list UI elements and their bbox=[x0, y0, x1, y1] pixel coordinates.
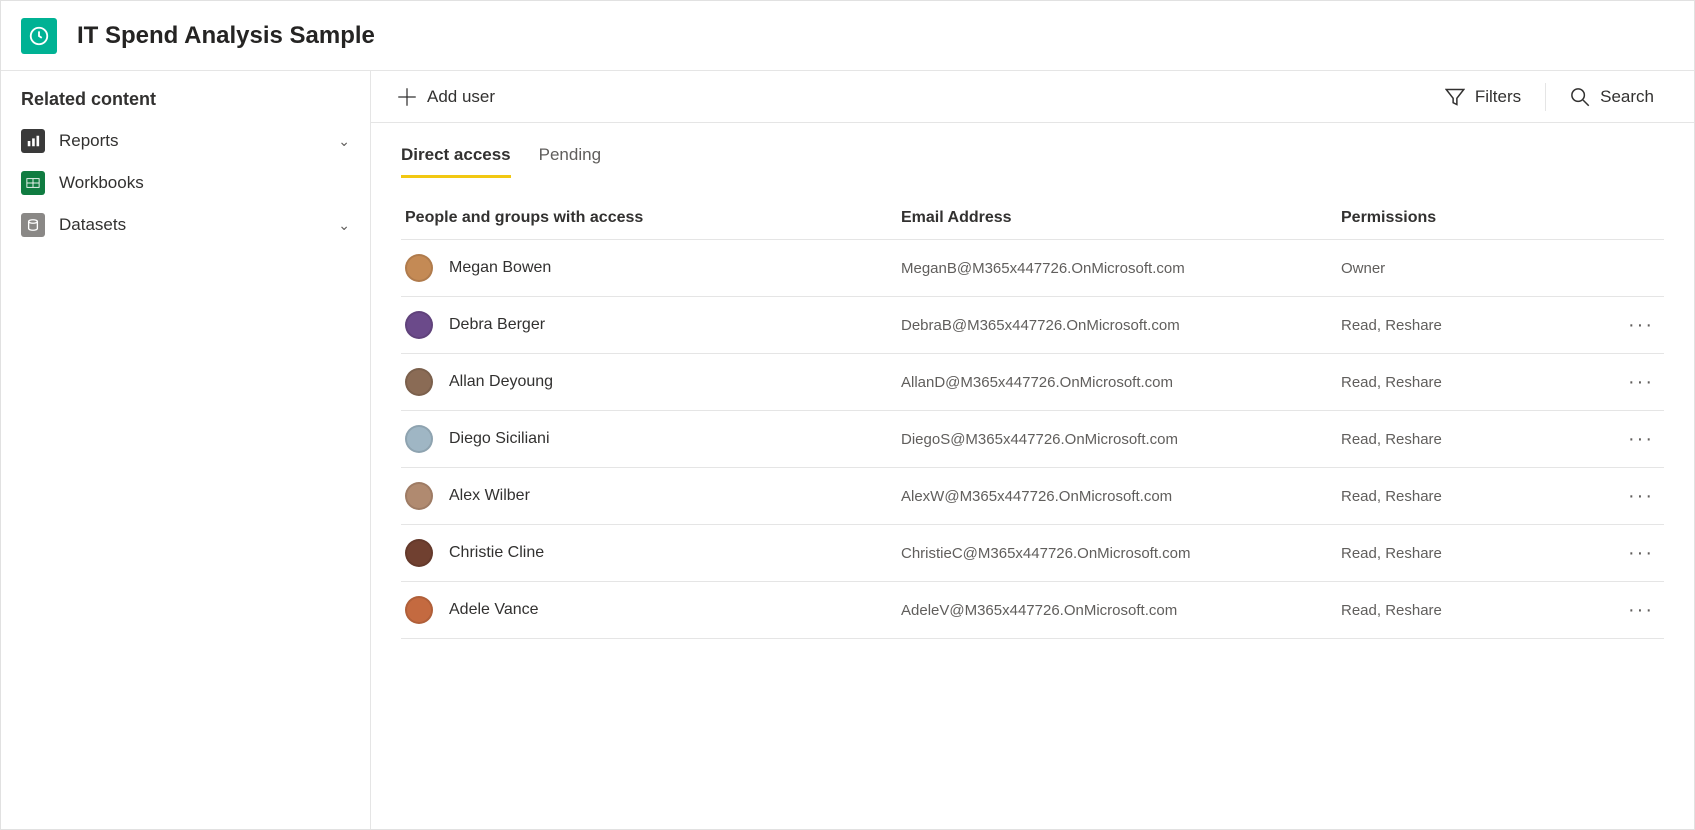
more-options-button[interactable]: ··· bbox=[1604, 485, 1654, 508]
header: IT Spend Analysis Sample bbox=[1, 1, 1694, 71]
user-permission: Owner bbox=[1341, 260, 1604, 277]
user-permission: Read, Reshare bbox=[1341, 374, 1604, 391]
sidebar-heading: Related content bbox=[1, 89, 370, 120]
user-name: Megan Bowen bbox=[449, 259, 551, 277]
user-permission: Read, Reshare bbox=[1341, 545, 1604, 562]
table-row[interactable]: Allan Deyoung AllanD@M365x447726.OnMicros… bbox=[401, 354, 1664, 411]
user-name: Adele Vance bbox=[449, 601, 539, 619]
sidebar-item-label: Workbooks bbox=[59, 173, 350, 193]
plus-icon bbox=[397, 87, 417, 107]
more-options-button[interactable]: ··· bbox=[1604, 428, 1654, 451]
user-name: Allan Deyoung bbox=[449, 373, 553, 391]
sidebar: Related content Reports ⌄ Workbooks Data… bbox=[1, 71, 371, 829]
avatar bbox=[405, 482, 433, 510]
user-name: Alex Wilber bbox=[449, 487, 530, 505]
toolbar: Add user Filters Search bbox=[371, 71, 1694, 123]
workbooks-icon bbox=[21, 171, 45, 195]
user-email: MeganB@M365x447726.OnMicrosoft.com bbox=[901, 260, 1341, 277]
tab-pending[interactable]: Pending bbox=[539, 145, 601, 178]
main: Add user Filters Search bbox=[371, 71, 1694, 829]
filter-icon bbox=[1445, 87, 1465, 107]
user-name: Christie Cline bbox=[449, 544, 544, 562]
sidebar-item-workbooks[interactable]: Workbooks bbox=[1, 162, 370, 204]
sidebar-item-reports[interactable]: Reports ⌄ bbox=[1, 120, 370, 162]
reports-icon bbox=[21, 129, 45, 153]
avatar bbox=[405, 425, 433, 453]
app-icon bbox=[21, 18, 57, 54]
user-name: Debra Berger bbox=[449, 316, 545, 334]
user-name: Diego Siciliani bbox=[449, 430, 550, 448]
table-row[interactable]: Diego Siciliani DiegoS@M365x447726.OnMicr… bbox=[401, 411, 1664, 468]
chevron-down-icon: ⌄ bbox=[338, 217, 350, 234]
user-email: DebraB@M365x447726.OnMicrosoft.com bbox=[901, 317, 1341, 334]
col-header-email[interactable]: Email Address bbox=[901, 209, 1341, 227]
search-button[interactable]: Search bbox=[1560, 77, 1664, 117]
table-row[interactable]: Adele Vance AdeleV@M365x447726.OnMicrosof… bbox=[401, 582, 1664, 639]
body: Related content Reports ⌄ Workbooks Data… bbox=[1, 71, 1694, 829]
sidebar-item-label: Reports bbox=[59, 131, 338, 151]
avatar bbox=[405, 539, 433, 567]
page-title: IT Spend Analysis Sample bbox=[77, 22, 375, 50]
datasets-icon bbox=[21, 213, 45, 237]
more-options-button[interactable]: ··· bbox=[1604, 599, 1654, 622]
chevron-down-icon: ⌄ bbox=[338, 133, 350, 150]
more-options-button[interactable]: ··· bbox=[1604, 314, 1654, 337]
avatar bbox=[405, 368, 433, 396]
search-label: Search bbox=[1600, 87, 1654, 107]
table-row[interactable]: Megan Bowen MeganB@M365x447726.OnMicrosof… bbox=[401, 240, 1664, 297]
access-table: People and groups with access Email Addr… bbox=[371, 178, 1694, 639]
tab-direct-access[interactable]: Direct access bbox=[401, 145, 511, 178]
table-header: People and groups with access Email Addr… bbox=[401, 196, 1664, 240]
user-permission: Read, Reshare bbox=[1341, 317, 1604, 334]
avatar bbox=[405, 596, 433, 624]
user-permission: Read, Reshare bbox=[1341, 602, 1604, 619]
user-email: ChristieC@M365x447726.OnMicrosoft.com bbox=[901, 545, 1341, 562]
add-user-button[interactable]: Add user bbox=[387, 77, 505, 117]
more-options-button[interactable]: ··· bbox=[1604, 371, 1654, 394]
toolbar-divider bbox=[1545, 83, 1546, 111]
table-row[interactable]: Debra Berger DebraB@M365x447726.OnMicroso… bbox=[401, 297, 1664, 354]
user-email: DiegoS@M365x447726.OnMicrosoft.com bbox=[901, 431, 1341, 448]
user-email: AllanD@M365x447726.OnMicrosoft.com bbox=[901, 374, 1341, 391]
avatar bbox=[405, 254, 433, 282]
sidebar-item-label: Datasets bbox=[59, 215, 338, 235]
more-options-button[interactable]: ··· bbox=[1604, 542, 1654, 565]
filters-label: Filters bbox=[1475, 87, 1521, 107]
user-email: AdeleV@M365x447726.OnMicrosoft.com bbox=[901, 602, 1341, 619]
col-header-people[interactable]: People and groups with access bbox=[405, 209, 901, 227]
app-window: IT Spend Analysis Sample Related content… bbox=[0, 0, 1695, 830]
sidebar-item-datasets[interactable]: Datasets ⌄ bbox=[1, 204, 370, 246]
tabs: Direct access Pending bbox=[371, 123, 1694, 178]
user-permission: Read, Reshare bbox=[1341, 431, 1604, 448]
avatar bbox=[405, 311, 433, 339]
table-row[interactable]: Alex Wilber AlexW@M365x447726.OnMicrosoft… bbox=[401, 468, 1664, 525]
user-permission: Read, Reshare bbox=[1341, 488, 1604, 505]
search-icon bbox=[1570, 87, 1590, 107]
table-row[interactable]: Christie Cline ChristieC@M365x447726.OnMi… bbox=[401, 525, 1664, 582]
user-email: AlexW@M365x447726.OnMicrosoft.com bbox=[901, 488, 1341, 505]
filters-button[interactable]: Filters bbox=[1435, 77, 1531, 117]
add-user-label: Add user bbox=[427, 87, 495, 107]
col-header-permissions[interactable]: Permissions bbox=[1341, 209, 1604, 227]
